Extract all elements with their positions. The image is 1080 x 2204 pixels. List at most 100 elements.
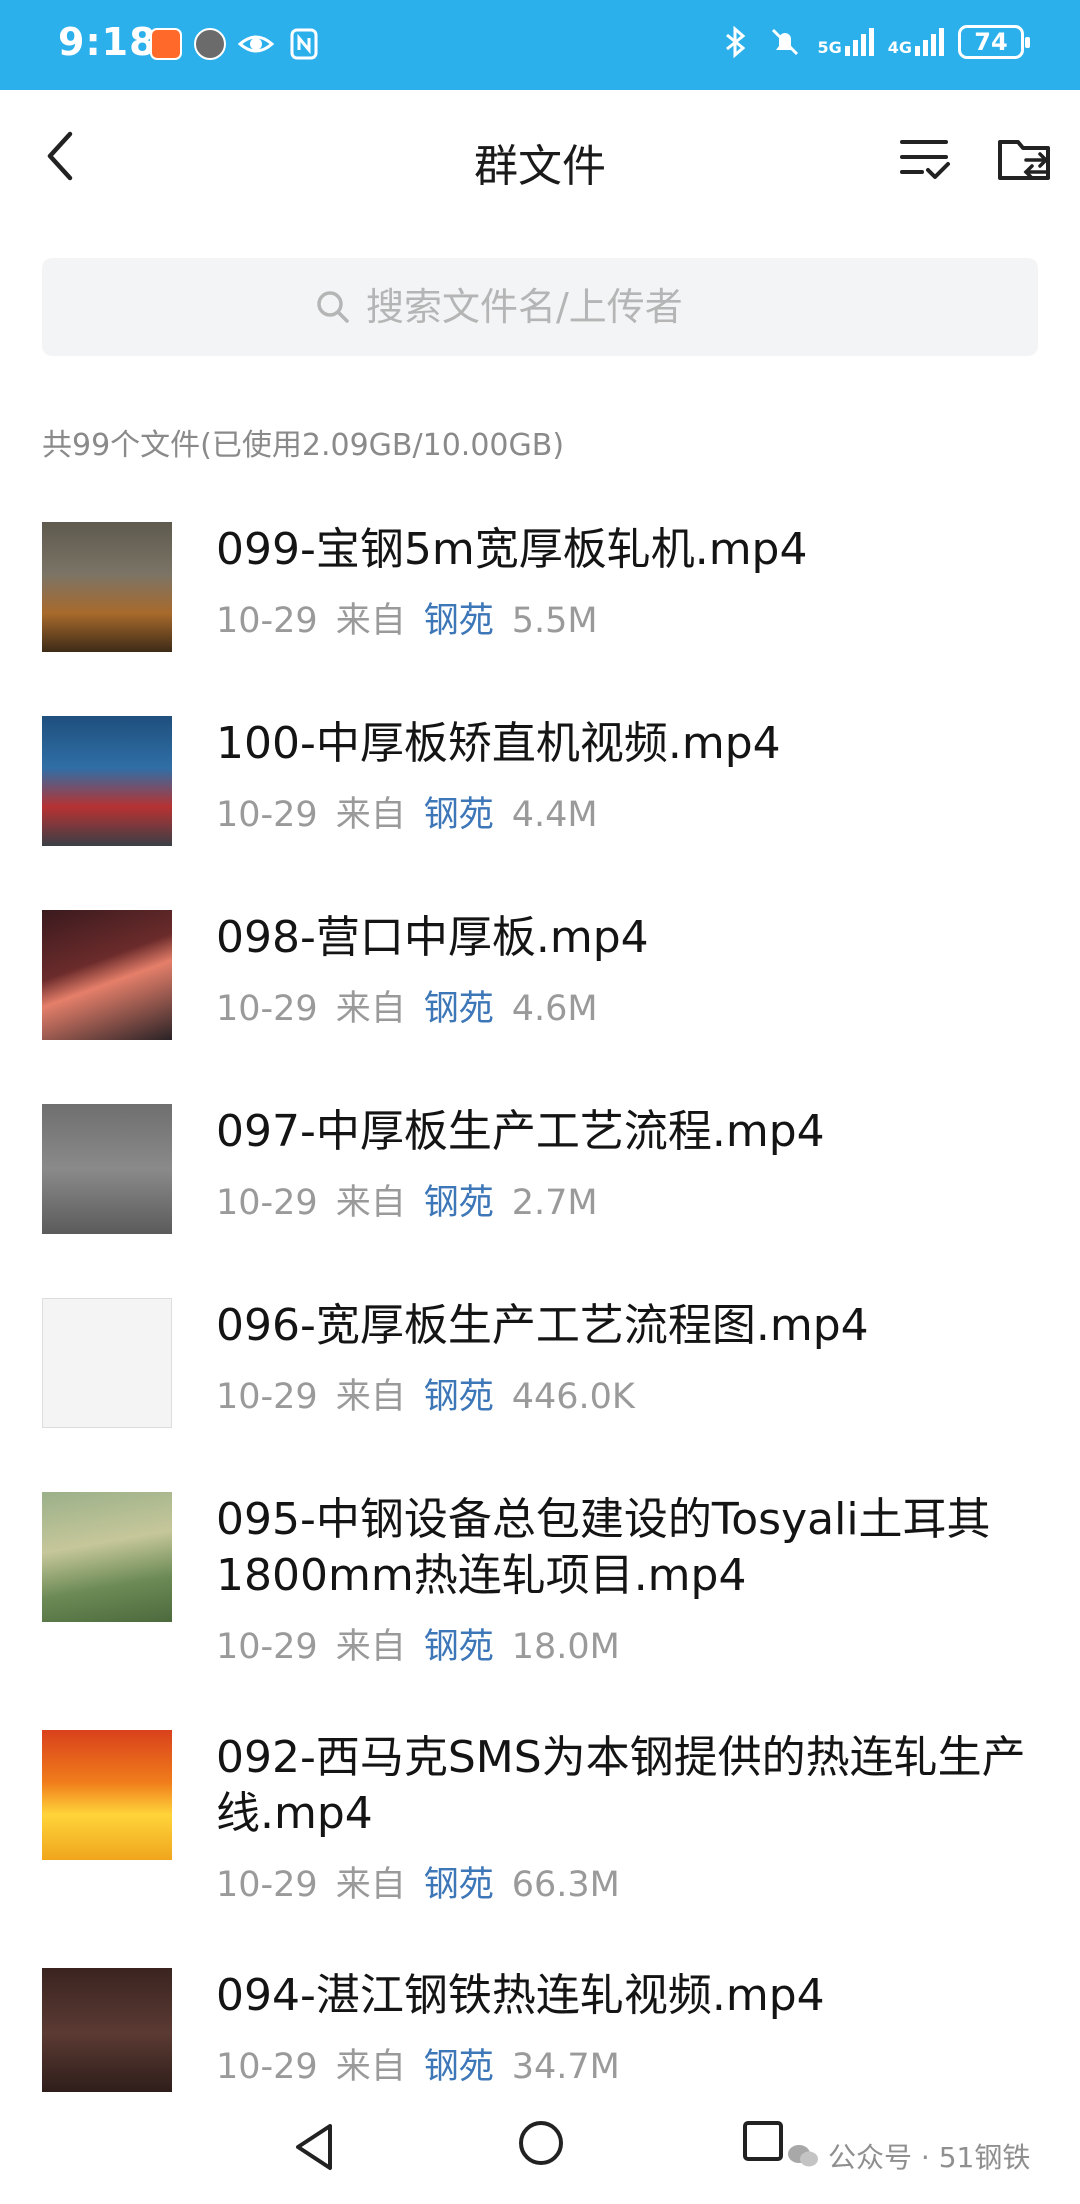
file-date: 10-29 — [216, 2047, 318, 2087]
uploader-link[interactable]: 钢苑 — [424, 1183, 494, 1223]
file-meta: 10-29 来自 钢苑 2.7M — [216, 1174, 1040, 1225]
nfc-icon — [290, 28, 318, 60]
from-label: 来自 — [335, 601, 406, 641]
search-bar[interactable] — [42, 258, 1038, 356]
nav-back-icon[interactable] — [290, 2120, 340, 2174]
uploader-link[interactable]: 钢苑 — [424, 1627, 494, 1667]
status-bar: 9:18 5G 4G 74 — [0, 0, 1080, 90]
video-thumbnail — [42, 1968, 172, 2092]
file-size: 4.6M — [511, 989, 598, 1029]
file-size: 18.0M — [511, 1627, 620, 1667]
app-notification-icon — [150, 28, 182, 60]
nav-home-icon[interactable] — [516, 2118, 566, 2168]
battery-indicator: 74 — [958, 25, 1030, 59]
file-row[interactable]: 097-中厚板生产工艺流程.mp4 10-29 来自 钢苑 2.7M — [0, 1104, 1080, 1264]
file-meta: 10-29 来自 钢苑 18.0M — [216, 1618, 1040, 1669]
file-row[interactable]: 094-湛江钢铁热连轧视频.mp4 10-29 来自 钢苑 34.7M — [0, 1968, 1080, 2092]
file-date: 10-29 — [216, 795, 318, 835]
file-info: 100-中厚板矫直机视频.mp4 10-29 来自 钢苑 4.4M — [216, 716, 1040, 837]
from-label: 来自 — [335, 1627, 406, 1667]
status-notification-icons — [150, 26, 322, 62]
file-date: 10-29 — [216, 601, 318, 641]
file-row[interactable]: 095-中钢设备总包建设的Tosyali土耳其1800mm热连轧项目.mp4 1… — [0, 1492, 1080, 1708]
file-meta: 10-29 来自 钢苑 66.3M — [216, 1856, 1040, 1907]
file-name: 094-湛江钢铁热连轧视频.mp4 — [216, 1970, 825, 2021]
search-input[interactable] — [366, 285, 766, 329]
bluetooth-icon — [726, 25, 746, 59]
from-label: 来自 — [335, 795, 406, 835]
file-row[interactable]: 092-西马克SMS为本钢提供的热连轧生产线.mp4 10-29 来自 钢苑 66.3… — [0, 1730, 1080, 1946]
file-name: 097-中厚板生产工艺流程.mp4 — [216, 1106, 825, 1157]
file-size: 4.4M — [511, 795, 598, 835]
uploader-link[interactable]: 钢苑 — [424, 989, 494, 1029]
system-nav-bar: 公众号 · 51钢铁 — [0, 2092, 1080, 2204]
file-meta: 10-29 来自 钢苑 446.0K — [216, 1368, 1040, 1419]
video-thumbnail — [42, 1730, 172, 1860]
file-info: 094-湛江钢铁热连轧视频.mp4 10-29 来自 钢苑 34.7M — [216, 1968, 1040, 2089]
file-name: 095-中钢设备总包建设的Tosyali土耳其1800mm热连轧项目.mp4 — [216, 1494, 991, 1601]
file-name: 100-中厚板矫直机视频.mp4 — [216, 718, 781, 769]
file-meta: 10-29 来自 钢苑 4.6M — [216, 980, 1040, 1031]
uploader-link[interactable]: 钢苑 — [424, 2047, 494, 2087]
file-info: 095-中钢设备总包建设的Tosyali土耳其1800mm热连轧项目.mp4 1… — [216, 1492, 1040, 1669]
file-size: 34.7M — [511, 2047, 620, 2087]
wechat-icon — [788, 2145, 818, 2167]
status-time: 9:18 — [58, 20, 157, 64]
file-info: 098-营口中厚板.mp4 10-29 来自 钢苑 4.6M — [216, 910, 1040, 1031]
from-label: 来自 — [335, 2047, 406, 2087]
file-row[interactable]: 096-宽厚板生产工艺流程图.mp4 10-29 来自 钢苑 446.0K — [0, 1298, 1080, 1458]
file-meta: 10-29 来自 钢苑 4.4M — [216, 786, 1040, 837]
search-icon — [317, 291, 349, 323]
from-label: 来自 — [335, 1183, 406, 1223]
watermark-text: 公众号 · 51钢铁 — [828, 2141, 1031, 2174]
file-date: 10-29 — [216, 1865, 318, 1905]
signal-5g-icon: 5G — [817, 28, 874, 56]
multi-select-icon[interactable] — [896, 130, 954, 188]
file-name: 099-宝钢5m宽厚板轧机.mp4 — [216, 524, 808, 575]
file-row[interactable]: 100-中厚板矫直机视频.mp4 10-29 来自 钢苑 4.4M — [0, 716, 1080, 876]
video-thumbnail — [42, 716, 172, 846]
file-date: 10-29 — [216, 989, 318, 1029]
header: 群文件 — [0, 90, 1080, 230]
uploader-link[interactable]: 钢苑 — [424, 601, 494, 641]
file-info: 099-宝钢5m宽厚板轧机.mp4 10-29 来自 钢苑 5.5M — [216, 522, 1040, 643]
from-label: 来自 — [335, 989, 406, 1029]
file-list: 099-宝钢5m宽厚板轧机.mp4 10-29 来自 钢苑 5.5M 100-中厚板矫… — [0, 500, 1080, 2092]
uploader-link[interactable]: 钢苑 — [424, 1377, 494, 1417]
video-thumbnail — [42, 522, 172, 652]
file-row[interactable]: 098-营口中厚板.mp4 10-29 来自 钢苑 4.6M — [0, 910, 1080, 1070]
file-info: 096-宽厚板生产工艺流程图.mp4 10-29 来自 钢苑 446.0K — [216, 1298, 1040, 1419]
watermark: 公众号 · 51钢铁 — [786, 2136, 1030, 2176]
eye-icon — [238, 35, 274, 53]
file-name: 098-营口中厚板.mp4 — [216, 912, 649, 963]
mute-bell-icon — [772, 28, 799, 56]
file-info: 092-西马克SMS为本钢提供的热连轧生产线.mp4 10-29 来自 钢苑 66.3… — [216, 1730, 1040, 1907]
file-meta: 10-29 来自 钢苑 5.5M — [216, 592, 1040, 643]
video-thumbnail — [42, 1104, 172, 1234]
nav-recents-icon[interactable] — [742, 2120, 784, 2162]
video-thumbnail — [42, 910, 172, 1040]
video-thumbnail — [42, 1492, 172, 1622]
uploader-link[interactable]: 钢苑 — [424, 1865, 494, 1905]
file-size: 446.0K — [511, 1377, 635, 1417]
file-size: 2.7M — [511, 1183, 598, 1223]
file-size: 5.5M — [511, 601, 598, 641]
file-row[interactable]: 099-宝钢5m宽厚板轧机.mp4 10-29 来自 钢苑 5.5M — [0, 522, 1080, 682]
status-system-icons: 5G 4G 74 — [717, 24, 1030, 60]
signal-4g-icon: 4G — [888, 28, 944, 56]
file-date: 10-29 — [216, 1627, 318, 1667]
file-date: 10-29 — [216, 1183, 318, 1223]
file-date: 10-29 — [216, 1377, 318, 1417]
file-size: 66.3M — [511, 1865, 620, 1905]
uploader-link[interactable]: 钢苑 — [424, 795, 494, 835]
file-info: 097-中厚板生产工艺流程.mp4 10-29 来自 钢苑 2.7M — [216, 1104, 1040, 1225]
avatar-notification-icon — [194, 28, 226, 60]
file-summary: 共99个文件(已使用2.09GB/10.00GB) — [42, 428, 565, 463]
from-label: 来自 — [335, 1865, 406, 1905]
from-label: 来自 — [335, 1377, 406, 1417]
file-meta: 10-29 来自 钢苑 34.7M — [216, 2038, 1040, 2089]
video-thumbnail — [42, 1298, 172, 1428]
file-name: 096-宽厚板生产工艺流程图.mp4 — [216, 1300, 869, 1351]
folder-transfer-icon[interactable] — [994, 128, 1056, 190]
file-name: 092-西马克SMS为本钢提供的热连轧生产线.mp4 — [216, 1732, 1026, 1839]
